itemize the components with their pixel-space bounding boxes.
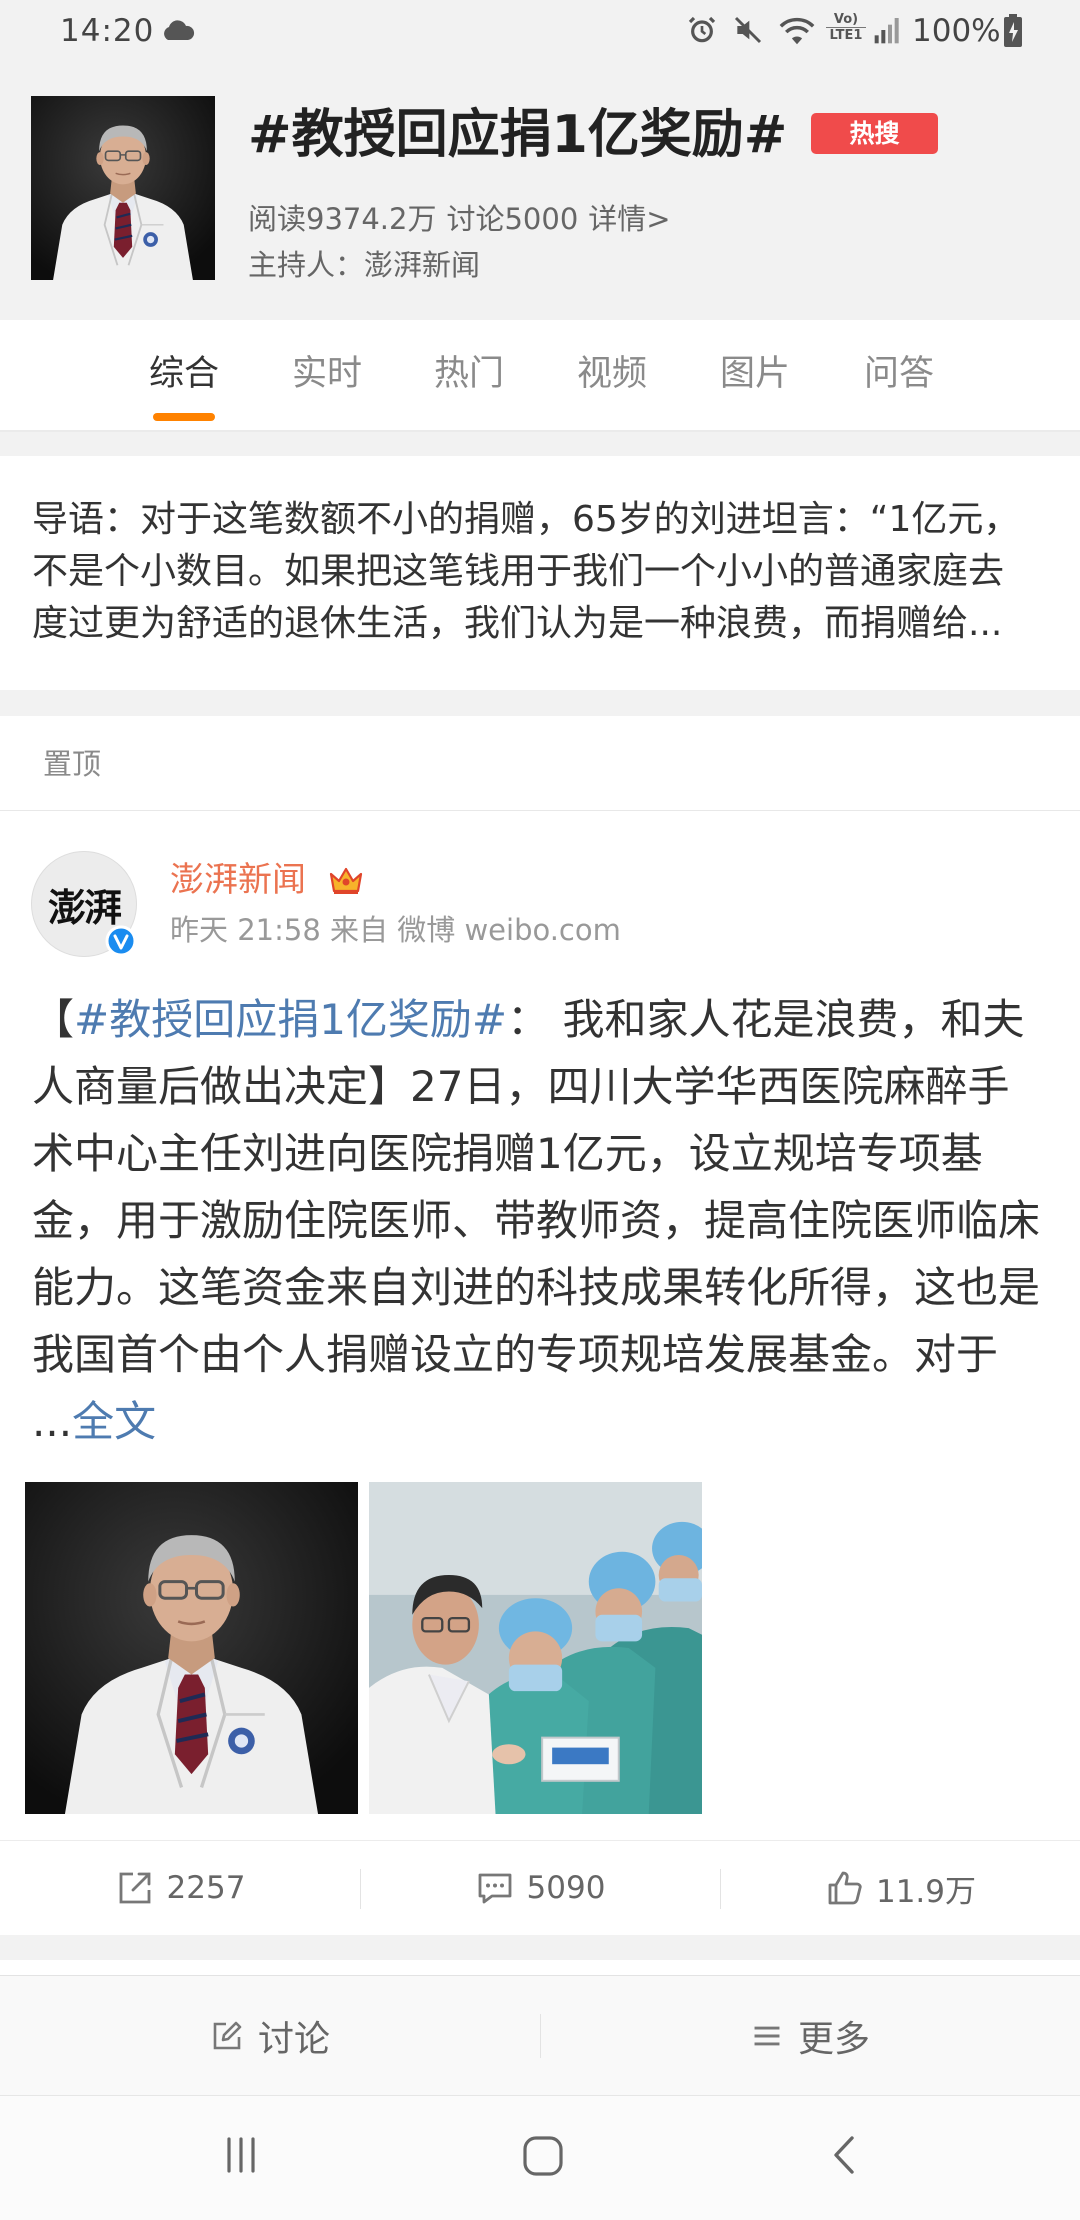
- discuss-label: 讨论: [257, 2018, 330, 2060]
- active-tab-indicator: [153, 413, 215, 421]
- intro-line: 导语：对于这笔数额不小的捐赠，65岁的刘进坦言：“1亿元，: [32, 499, 1020, 540]
- status-bar: 14:20 Vo) LTE1 100%: [0, 0, 1080, 62]
- post-text-line: 术中心主任刘进向医院捐赠1亿元，设立规培专项基: [32, 1129, 983, 1178]
- tab-label: 热门: [433, 354, 504, 394]
- tab-realtime[interactable]: 实时: [267, 348, 387, 428]
- read-count: 阅读9374.2万: [248, 202, 437, 236]
- cloud-icon: [160, 15, 196, 47]
- tab-label: 图片: [719, 354, 790, 394]
- bottom-action-bar: 讨论 更多: [0, 1975, 1080, 2095]
- repost-button[interactable]: 2257: [0, 1841, 360, 1935]
- battery-icon: [1002, 13, 1024, 49]
- topic-title: #教授回应捐1亿奖励#: [248, 105, 788, 165]
- tab-label: 视频: [576, 354, 647, 394]
- full-text-link[interactable]: 全文: [72, 1397, 156, 1446]
- verified-badge-icon: [105, 925, 137, 957]
- tab-label: 综合: [148, 354, 219, 394]
- like-count: 11.9万: [875, 1873, 977, 1910]
- tab-qa[interactable]: 问答: [839, 348, 959, 428]
- tab-label: 实时: [291, 354, 362, 394]
- tab-pictures[interactable]: 图片: [695, 348, 815, 428]
- repost-icon: [115, 1868, 155, 1908]
- hot-search-badge: 热搜: [811, 113, 938, 154]
- battery-percent: 100%: [912, 13, 1001, 49]
- volte-bottom-label: LTE1: [826, 27, 866, 43]
- weibo-post: 澎湃 澎湃新闻 昨天 21:58 来自 微博 weibo.com 【#教授回应捐…: [0, 811, 1080, 1935]
- post-image-surgery-scene[interactable]: [369, 1482, 702, 1814]
- tab-hot[interactable]: 热门: [409, 348, 529, 428]
- comment-count: 5090: [526, 1870, 606, 1906]
- mute-icon: [732, 14, 764, 46]
- signal-icon: [872, 14, 904, 46]
- topic-stats: 阅读9374.2万 讨论5000 详情>: [248, 199, 681, 239]
- topic-tabs: 综合 实时 热门 视频 图片 问答: [0, 320, 1080, 432]
- pinned-label: 置顶: [43, 747, 102, 781]
- post-text-ellipsis: ...: [32, 1397, 73, 1446]
- intro-line: 度过更为舒适的退休生活，我们认为是一种浪费，而捐赠给...: [32, 603, 1003, 644]
- post-text-bracket: 【: [32, 995, 75, 1044]
- recent-apps-icon[interactable]: [222, 2136, 260, 2174]
- discuss-button[interactable]: 讨论: [0, 1976, 540, 2095]
- post-text-line: 能力。这笔资金来自刘进的科技成果转化所得，这也是: [32, 1263, 1041, 1312]
- post-text-line: 【#教授回应捐1亿奖励#： 我和家人花是浪费，和夫: [32, 986, 1062, 1053]
- topic-header: #教授回应捐1亿奖励# 热搜 阅读9374.2万 讨论5000 详情> 主持人：澎湃…: [0, 62, 1080, 320]
- topic-host[interactable]: 主持人：澎湃新闻: [248, 245, 480, 285]
- author-name[interactable]: 澎湃新闻: [170, 858, 306, 902]
- post-text-segment: ： 我和家人花是浪费，和夫: [507, 995, 1025, 1044]
- post-text-line: 人商量后做出决定】27日，四川大学华西医院麻醉手: [32, 1062, 1010, 1111]
- post-image-doctor-portrait[interactable]: [25, 1482, 358, 1814]
- post-meta: 昨天 21:58 来自 微博 weibo.com: [170, 913, 621, 947]
- intro-line: 不是个小数目。如果把这笔钱用于我们一个小小的普通家庭去: [32, 551, 1005, 592]
- next-post-card-edge: [0, 1960, 1080, 1975]
- like-icon: [824, 1868, 864, 1908]
- discussion-count: 讨论5000: [446, 202, 579, 236]
- back-icon[interactable]: [830, 2134, 858, 2176]
- post-text-line: ...全文: [32, 1388, 1062, 1455]
- alarm-icon: [686, 14, 718, 46]
- post-text-line: 金，用于激励住院医师、带教师资，提高住院医师临床: [32, 1196, 1041, 1245]
- more-label: 更多: [797, 2018, 870, 2060]
- details-link[interactable]: 详情>: [588, 202, 670, 236]
- volte-indicator: Vo) LTE1: [826, 12, 866, 43]
- topic-intro-card[interactable]: 导语：对于这笔数额不小的捐赠，65岁的刘进坦言：“1亿元， 不是个小数目。如果把…: [0, 456, 1080, 690]
- edit-icon: [210, 2019, 244, 2053]
- hashtag-link[interactable]: #教授回应捐1亿奖励#: [74, 995, 507, 1044]
- post-text[interactable]: 【#教授回应捐1亿奖励#： 我和家人花是浪费，和夫 人商量后做出决定】27日，四…: [32, 986, 1062, 1455]
- repost-count: 2257: [166, 1870, 246, 1906]
- tab-label: 问答: [863, 354, 934, 394]
- menu-icon: [750, 2019, 784, 2053]
- pinned-section-header: 置顶: [0, 716, 1080, 811]
- crown-icon: [326, 863, 366, 897]
- post-actions-bar: 2257 5090 11.9万: [0, 1840, 1080, 1935]
- system-navigation-bar: [0, 2095, 1080, 2220]
- post-text-line: 我国首个由个人捐赠设立的专项规培发展基金。对于: [32, 1330, 999, 1379]
- topic-cover-image: [31, 96, 215, 280]
- wifi-icon: [778, 12, 816, 48]
- volte-top-label: Vo): [833, 12, 859, 27]
- comment-button[interactable]: 5090: [360, 1841, 720, 1935]
- tab-video[interactable]: 视频: [552, 348, 672, 428]
- comment-icon: [475, 1868, 515, 1908]
- more-button[interactable]: 更多: [540, 1976, 1080, 2095]
- home-icon[interactable]: [522, 2135, 564, 2177]
- like-button[interactable]: 11.9万: [720, 1841, 1080, 1935]
- status-time: 14:20: [60, 13, 155, 49]
- topic-intro-text: 导语：对于这笔数额不小的捐赠，65岁的刘进坦言：“1亿元， 不是个小数目。如果把…: [32, 494, 1062, 650]
- tab-comprehensive[interactable]: 综合: [124, 348, 244, 428]
